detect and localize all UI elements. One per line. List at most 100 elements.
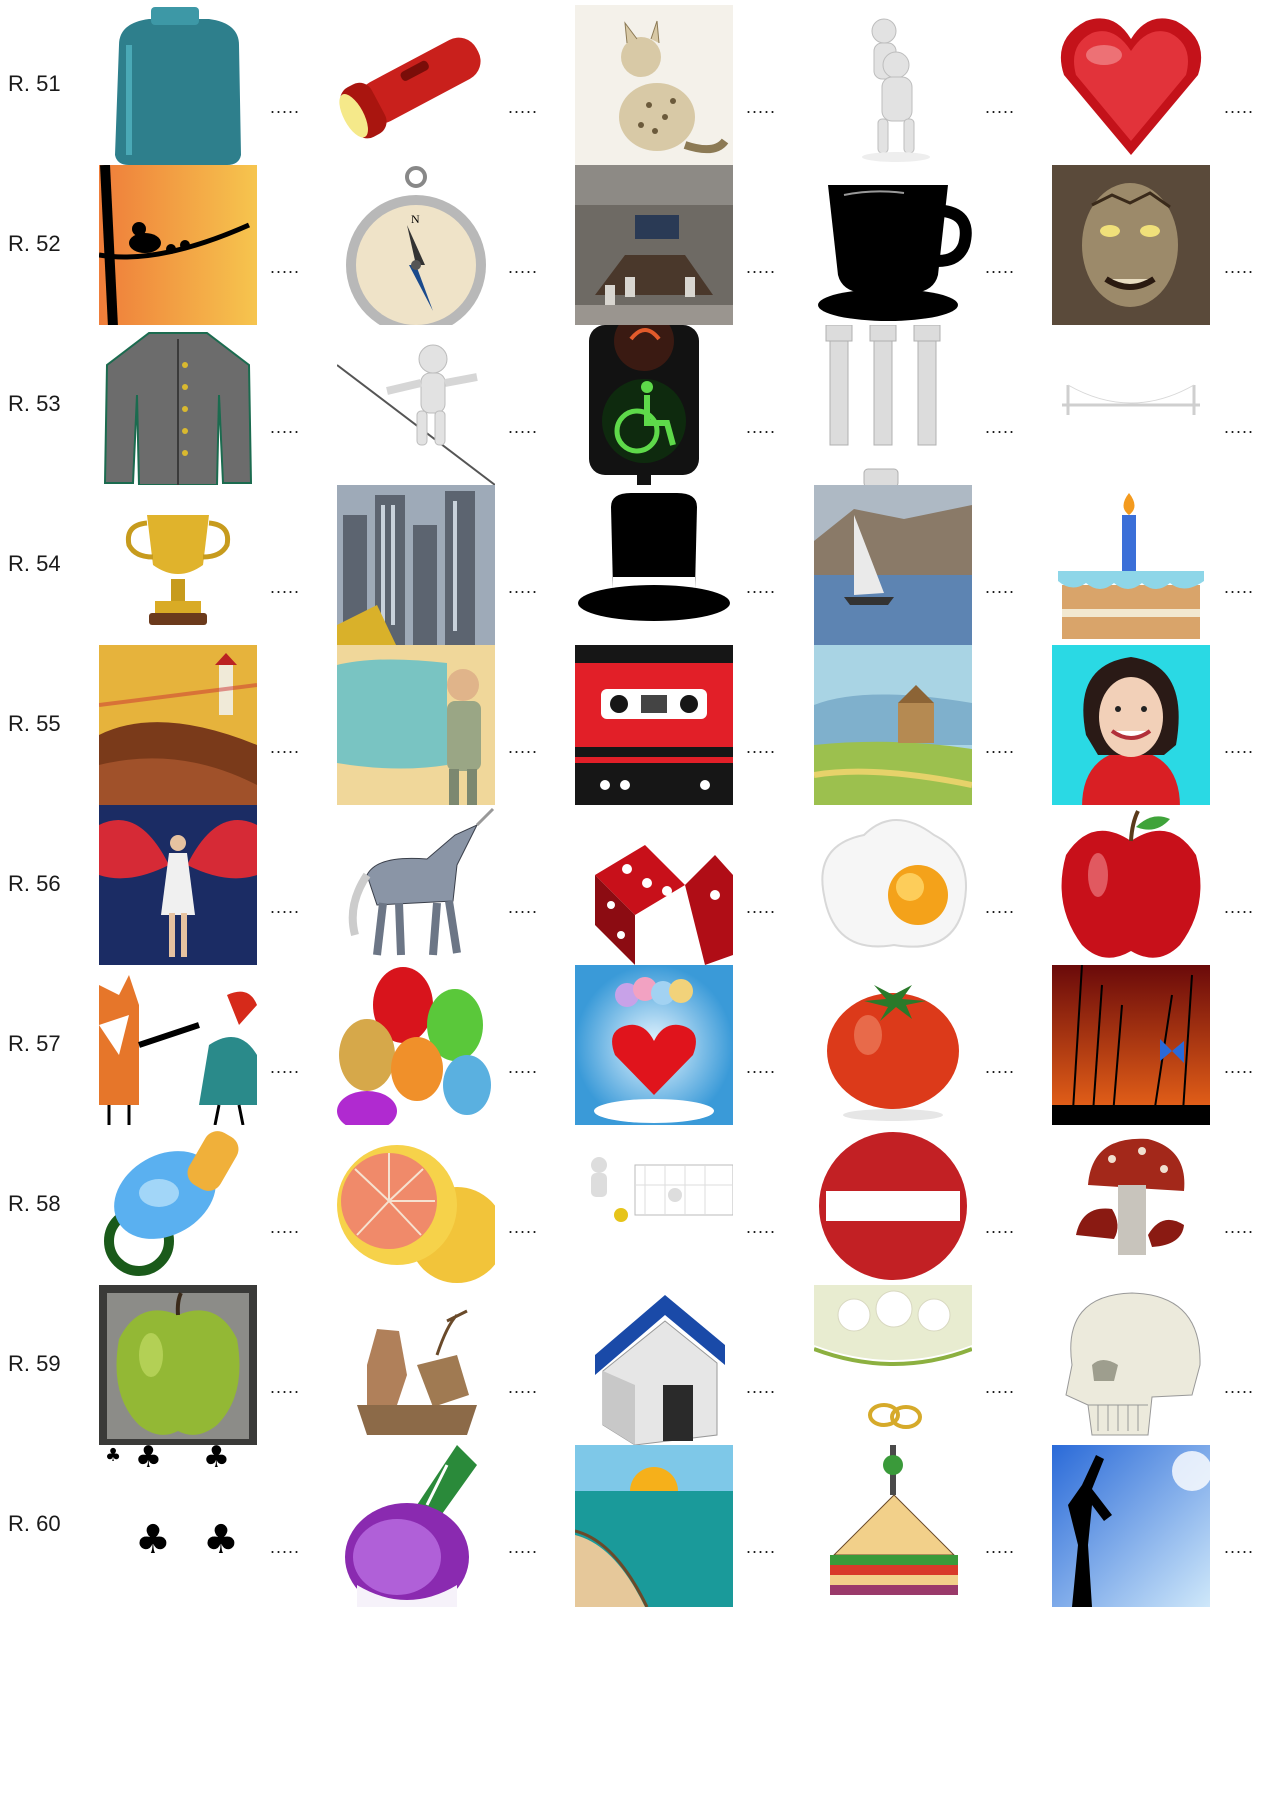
answer-blank[interactable]: ..... xyxy=(985,1377,1015,1398)
answer-blank[interactable]: ..... xyxy=(508,577,538,598)
answer-blank[interactable]: ..... xyxy=(985,577,1015,598)
answer-blank[interactable]: ..... xyxy=(270,897,300,918)
answer-blank[interactable]: ..... xyxy=(746,1057,776,1078)
red-apple-icon xyxy=(1052,805,1210,967)
skull-icon xyxy=(1052,1285,1210,1447)
butterfly-sunset-icon xyxy=(1052,965,1210,1127)
trophy-icon xyxy=(99,485,257,647)
answer-blank[interactable]: ..... xyxy=(270,257,300,278)
balloons-icon xyxy=(337,965,495,1127)
turnip-icon xyxy=(337,1445,495,1607)
answer-blank[interactable]: ..... xyxy=(1224,1377,1254,1398)
pacifier-icon xyxy=(99,1125,257,1287)
answer-blank[interactable]: ..... xyxy=(1224,1057,1254,1078)
deer-group-icon xyxy=(337,1285,495,1447)
no-entry-sign-icon xyxy=(814,1125,972,1287)
answer-blank[interactable]: ..... xyxy=(746,257,776,278)
answer-blank[interactable]: ..... xyxy=(508,737,538,758)
row-label: R. 60 xyxy=(8,1511,61,1536)
cassette-tape-icon xyxy=(575,645,733,807)
bird-on-branch-icon xyxy=(99,165,257,327)
mushrooms-icon xyxy=(1052,1125,1210,1287)
answer-blank[interactable]: ..... xyxy=(746,1217,776,1238)
answer-blank[interactable]: ..... xyxy=(508,1377,538,1398)
answer-blank[interactable]: ..... xyxy=(746,577,776,598)
exercise-row: R. 51......................... xyxy=(0,3,1270,167)
answer-blank[interactable]: ..... xyxy=(270,737,300,758)
landscape-painting-icon xyxy=(814,645,972,807)
top-hat-icon xyxy=(575,485,733,647)
row-label: R. 58 xyxy=(8,1191,61,1216)
row-label: R. 51 xyxy=(8,71,61,96)
answer-blank[interactable]: ..... xyxy=(746,1537,776,1558)
soccer-goal-icon xyxy=(575,1125,733,1287)
answer-blank[interactable]: ..... xyxy=(746,417,776,438)
answer-blank[interactable]: ..... xyxy=(270,97,300,118)
answer-blank[interactable]: ..... xyxy=(985,1217,1015,1238)
answer-blank[interactable]: ..... xyxy=(270,417,300,438)
answer-blank[interactable]: ..... xyxy=(985,97,1015,118)
answer-blank[interactable]: ..... xyxy=(746,897,776,918)
house-icon xyxy=(575,1285,733,1447)
sandwich-icon xyxy=(814,1445,972,1607)
robot-unicorn-icon xyxy=(337,805,495,967)
painter-figurine-icon xyxy=(337,645,495,807)
answer-blank[interactable]: ..... xyxy=(1224,97,1254,118)
five-of-clubs-card-icon: ♣ ♣ ♣ ♣ ♣ xyxy=(99,1445,257,1607)
monster-face-icon xyxy=(1052,165,1210,327)
answer-blank[interactable]: ..... xyxy=(746,737,776,758)
heart-balloons-icon xyxy=(575,965,733,1127)
answer-blank[interactable]: ..... xyxy=(508,1217,538,1238)
exercise-row: R. 56......................... xyxy=(0,803,1270,967)
answer-blank[interactable]: ..... xyxy=(508,97,538,118)
winged-woman-icon xyxy=(99,805,257,967)
answer-blank[interactable]: ..... xyxy=(746,1377,776,1398)
svg-text:N: N xyxy=(411,212,420,226)
answer-blank[interactable]: ..... xyxy=(1224,577,1254,598)
yoga-silhouette-icon xyxy=(1052,1445,1210,1607)
suspension-bridge-icon xyxy=(1052,325,1210,487)
answer-blank[interactable]: ..... xyxy=(985,257,1015,278)
svg-text:♣: ♣ xyxy=(135,1517,171,1563)
answer-blank[interactable]: ..... xyxy=(1224,1537,1254,1558)
row-label: R. 54 xyxy=(8,551,61,576)
meeting-room-icon xyxy=(575,165,733,327)
answer-blank[interactable]: ..... xyxy=(985,1537,1015,1558)
svg-text:♣: ♣ xyxy=(135,1445,162,1475)
answer-blank[interactable]: ..... xyxy=(746,97,776,118)
answer-blank[interactable]: ..... xyxy=(508,417,538,438)
answer-blank[interactable]: ..... xyxy=(270,1377,300,1398)
answer-blank[interactable]: ..... xyxy=(270,577,300,598)
grapefruit-icon xyxy=(337,1125,495,1287)
figure-carrying-figure-icon xyxy=(814,5,972,167)
answer-blank[interactable]: ..... xyxy=(985,897,1015,918)
answer-blank[interactable]: ..... xyxy=(508,1057,538,1078)
answer-blank[interactable]: ..... xyxy=(985,737,1015,758)
flashlight-icon xyxy=(337,5,495,167)
answer-blank[interactable]: ..... xyxy=(1224,897,1254,918)
exercise-row: R. 52..... N.................... xyxy=(0,163,1270,327)
row-label: R. 56 xyxy=(8,871,61,896)
compass-icon: N xyxy=(337,165,495,327)
svg-text:♣: ♣ xyxy=(203,1517,239,1563)
answer-blank[interactable]: ..... xyxy=(1224,1217,1254,1238)
answer-blank[interactable]: ..... xyxy=(985,1057,1015,1078)
answer-blank[interactable]: ..... xyxy=(270,1057,300,1078)
lighthouse-painting-icon xyxy=(99,645,257,807)
answer-blank[interactable]: ..... xyxy=(270,1217,300,1238)
answer-blank[interactable]: ..... xyxy=(1224,737,1254,758)
green-apple-icon xyxy=(99,1285,257,1447)
exercise-row: R. 57......................... xyxy=(0,963,1270,1127)
fox-and-rooster-icon xyxy=(99,965,257,1127)
answer-blank[interactable]: ..... xyxy=(985,417,1015,438)
skyscrapers-icon xyxy=(337,485,495,647)
spotted-cat-icon xyxy=(575,5,733,167)
answer-blank[interactable]: ..... xyxy=(508,897,538,918)
answer-blank[interactable]: ..... xyxy=(1224,417,1254,438)
answer-blank[interactable]: ..... xyxy=(508,257,538,278)
woman-portrait-icon xyxy=(1052,645,1210,807)
exercise-row: R. 54......................... xyxy=(0,483,1270,647)
answer-blank[interactable]: ..... xyxy=(270,1537,300,1558)
answer-blank[interactable]: ..... xyxy=(508,1537,538,1558)
answer-blank[interactable]: ..... xyxy=(1224,257,1254,278)
